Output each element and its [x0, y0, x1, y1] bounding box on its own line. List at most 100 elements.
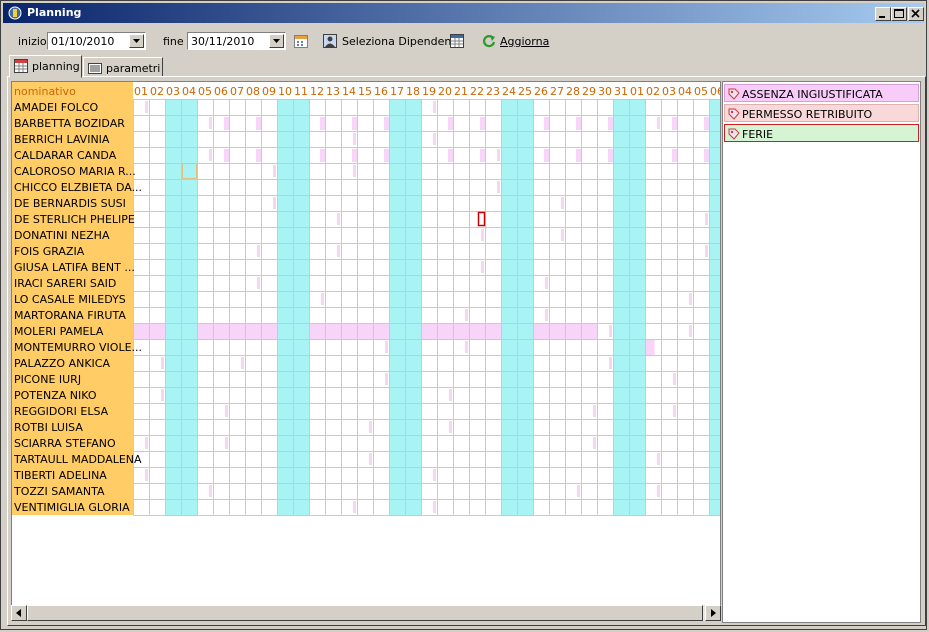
employee-name: DE BERNARDIS SUSI	[14, 197, 126, 210]
absence-mark	[433, 101, 436, 113]
absence-cell	[261, 323, 277, 339]
refresh-icon[interactable]	[481, 33, 497, 49]
day-header: 01	[630, 85, 644, 98]
day-header: 06	[214, 85, 228, 98]
end-date-picker[interactable]: 30/11/2010	[187, 32, 286, 50]
app-icon	[8, 6, 22, 20]
day-header: 31	[614, 85, 628, 98]
employee-name: TIBERTI ADELINA	[13, 469, 107, 482]
absence-mark	[673, 373, 676, 385]
day-header: 09	[262, 85, 276, 98]
chevron-down-icon	[273, 39, 280, 43]
absence-mark	[704, 117, 709, 130]
legend-item-unjustified-absence[interactable]: ASSENZA INGIUSTIFICATA	[724, 84, 919, 102]
absence-mark	[497, 149, 500, 161]
day-header: 08	[246, 85, 260, 98]
absence-mark	[353, 165, 356, 177]
minimize-button[interactable]	[875, 7, 891, 21]
absence-mark	[353, 133, 356, 145]
absence-mark	[577, 485, 580, 497]
absence-mark	[369, 453, 372, 465]
planning-window: Planning inizio 01/10/2010 fine 30/11/20…	[0, 0, 927, 630]
absence-mark	[161, 389, 164, 401]
arrow-right-icon	[711, 609, 716, 617]
horizontal-scrollbar[interactable]	[11, 605, 721, 621]
day-header: 17	[390, 85, 404, 98]
refresh-button[interactable]: Aggiorna	[500, 35, 549, 48]
calendar-icon[interactable]	[293, 33, 309, 49]
absence-mark	[273, 197, 276, 209]
absence-mark	[369, 421, 372, 433]
legend-label: FERIE	[742, 128, 774, 141]
absence-mark	[480, 149, 485, 162]
legend-item-paid-leave[interactable]: PERMESSO RETRIBUITO	[724, 104, 919, 122]
absence-mark	[320, 117, 325, 130]
start-date-dropdown-button[interactable]	[129, 34, 144, 48]
absence-mark	[241, 357, 244, 369]
planning-grid[interactable]: nominativo 01 02 03 04 05 06 07 08 09 10 11 12 13 14 15…	[11, 81, 721, 621]
select-employees-button[interactable]: Seleziona Dipendenti	[342, 35, 459, 48]
absence-cell	[421, 323, 437, 339]
day-header: 10	[278, 85, 292, 98]
planning-grid-canvas: nominativo 01 02 03 04 05 06 07 08 09 10 11 12 13 14 15…	[12, 82, 720, 516]
absence-cell	[533, 323, 549, 339]
day-header: 02	[150, 85, 164, 98]
absence-cell	[229, 323, 245, 339]
start-date-picker[interactable]: 01/10/2010	[47, 32, 146, 50]
day-header: 07	[230, 85, 244, 98]
day-header: 23	[486, 85, 500, 98]
scroll-right-button[interactable]	[705, 605, 721, 621]
absence-mark	[705, 245, 708, 257]
absence-mark	[705, 213, 708, 225]
absence-mark	[481, 261, 484, 273]
tab-planning[interactable]: planning	[9, 55, 82, 78]
employee-name: REGGIDORI ELSA	[14, 405, 109, 418]
grid-view-icon[interactable]	[449, 33, 465, 49]
absence-mark	[593, 437, 596, 449]
absence-cell	[357, 323, 373, 339]
tab-planning-label: planning	[32, 60, 80, 73]
tag-icon	[728, 88, 740, 100]
close-button[interactable]	[908, 7, 924, 21]
arrow-left-icon	[16, 609, 21, 617]
employee-name: AMADEI FOLCO	[14, 101, 98, 114]
day-header: 13	[326, 85, 340, 98]
end-date-label: fine	[163, 35, 184, 48]
maximize-button[interactable]	[891, 7, 907, 21]
minimize-icon	[879, 16, 885, 18]
title-bar[interactable]: Planning	[3, 3, 924, 23]
start-date-value: 01/10/2010	[51, 35, 115, 48]
day-header: 21	[454, 85, 468, 98]
absence-mark	[385, 341, 388, 353]
day-header: 15	[358, 85, 372, 98]
absence-mark	[321, 293, 324, 305]
employee-name: TOZZI SAMANTA	[13, 485, 105, 498]
absence-mark	[545, 309, 548, 321]
absence-mark	[609, 325, 612, 337]
absence-cell	[133, 323, 149, 339]
absence-mark	[657, 117, 660, 129]
day-header: 22	[470, 85, 484, 98]
parameters-tab-icon	[88, 63, 102, 74]
column-header-name: nominativo	[14, 85, 76, 98]
select-employees-icon[interactable]	[322, 33, 338, 49]
day-header: 05	[694, 85, 708, 98]
absence-mark	[352, 149, 357, 162]
employee-name: CALOROSO MARIA R...	[14, 165, 136, 178]
maximize-icon	[894, 9, 904, 18]
tab-parametri[interactable]: parametri	[83, 57, 163, 77]
tag-icon	[728, 108, 740, 120]
absence-mark	[257, 277, 260, 289]
employee-name: TARTAULL MADDALENA	[13, 453, 142, 466]
toolbar: inizio 01/10/2010 fine 30/11/2010 Selezi…	[1, 27, 926, 55]
absence-mark	[353, 501, 356, 513]
legend-item-holidays[interactable]: FERIE	[724, 124, 919, 142]
scroll-thumb[interactable]	[27, 605, 703, 621]
day-header: 19	[422, 85, 436, 98]
employee-name: CALDARAR CANDA	[14, 149, 117, 162]
day-header: 04	[182, 85, 196, 98]
absence-cell	[245, 323, 261, 339]
scroll-left-button[interactable]	[11, 605, 27, 621]
end-date-dropdown-button[interactable]	[269, 34, 284, 48]
tab-parametri-label: parametri	[106, 62, 161, 75]
